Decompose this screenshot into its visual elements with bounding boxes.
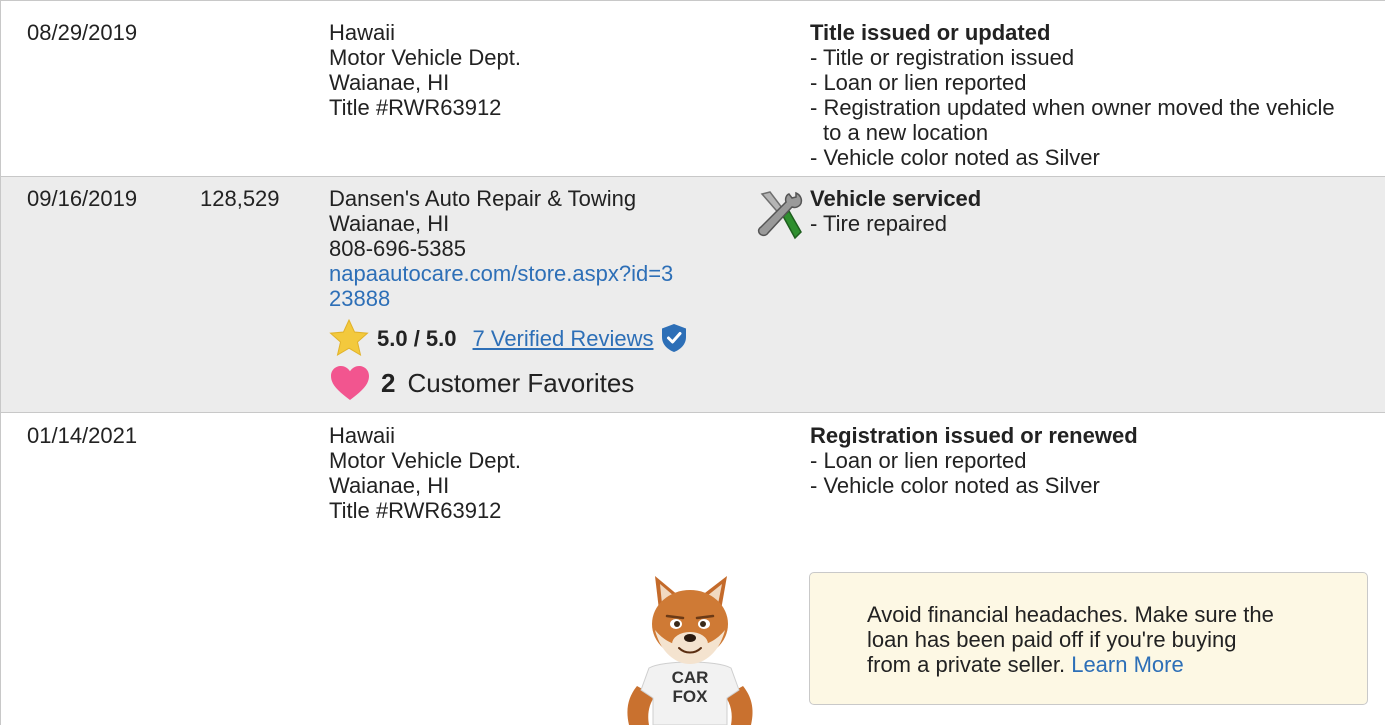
record-source: Hawaii Motor Vehicle Dept. Waianae, HI T…: [329, 423, 749, 523]
record-source: Hawaii Motor Vehicle Dept. Waianae, HI T…: [329, 20, 749, 120]
rating-score: 5.0 / 5.0: [377, 325, 457, 351]
carfox-mascot-icon: CAR FOX: [627, 576, 753, 725]
record-odometer: 128,529: [200, 186, 280, 211]
record-date: 08/29/2019: [27, 20, 138, 45]
verified-shield-icon: [661, 324, 686, 352]
table-row: 09/16/2019 128,529 Dansen's Auto Repair …: [1, 177, 1385, 413]
record-date: 09/16/2019: [27, 186, 138, 211]
table-row: 08/29/2019 Hawaii Motor Vehicle Dept. Wa…: [1, 10, 1385, 177]
record-date: 01/14/2021: [27, 423, 138, 448]
comment-line: - Vehicle color noted as Silver: [810, 473, 1100, 498]
record-comments: Title issued or updated - Title or regis…: [810, 20, 1380, 170]
record-source: Dansen's Auto Repair & Towing Waianae, H…: [329, 186, 749, 403]
source-line: Motor Vehicle Dept.: [329, 448, 521, 473]
shop-website-link-line[interactable]: napaautocare.com/store.aspx?id=3: [329, 261, 749, 286]
comment-line: - Title or registration issued: [810, 45, 1075, 70]
heart-icon: [331, 366, 369, 400]
record-comments: Registration issued or renewed - Loan or…: [810, 423, 1380, 498]
tip-line: loan has been paid off if you're buying: [867, 627, 1237, 652]
comment-line: - Vehicle color noted as Silver: [810, 145, 1100, 170]
mascot-shirt-text: CAR: [672, 668, 709, 687]
shop-website-link-line[interactable]: 23888: [329, 286, 749, 311]
star-icon: [329, 319, 369, 357]
shop-rating: 5.0 / 5.0 7 Verified Reviews: [329, 319, 749, 357]
favorites-count: 2: [381, 367, 396, 398]
comment-line: - Tire repaired: [810, 211, 947, 236]
favorites-label: Customer Favorites: [407, 367, 635, 398]
comment-title: Registration issued or renewed: [810, 423, 1138, 448]
comment-title: Vehicle serviced: [810, 186, 982, 211]
shop-website-link[interactable]: napaautocare.com/store.aspx?id=3 23888: [329, 261, 749, 311]
comment-line: - Registration updated when owner moved …: [810, 95, 1335, 120]
source-line: Title #RWR63912: [329, 498, 502, 523]
record-comments: Vehicle serviced - Tire repaired: [810, 186, 1380, 236]
source-line: 808-696-5385: [329, 236, 467, 261]
verified-reviews-link[interactable]: 7 Verified Reviews: [473, 326, 654, 351]
comment-title: Title issued or updated: [810, 20, 1051, 45]
source-line: Title #RWR63912: [329, 95, 502, 120]
learn-more-link[interactable]: Learn More: [1071, 652, 1184, 677]
tip-line: from a private seller.: [867, 652, 1066, 677]
source-line: Hawaii: [329, 423, 396, 448]
source-line: Dansen's Auto Repair & Towing: [329, 186, 637, 211]
mascot-shirt-text: FOX: [673, 687, 709, 706]
comment-line: - Loan or lien reported: [810, 70, 1027, 95]
source-line: Motor Vehicle Dept.: [329, 45, 521, 70]
source-line: Waianae, HI: [329, 211, 450, 236]
tip-line: Avoid financial headaches. Make sure the: [867, 602, 1274, 627]
comment-line: - Loan or lien reported: [810, 448, 1027, 473]
source-line: Waianae, HI: [329, 70, 450, 95]
source-line: Hawaii: [329, 20, 396, 45]
tip-line-last: from a private seller. Learn More: [867, 652, 1347, 677]
comment-line: to a new location: [823, 120, 989, 145]
loan-tip-box: Avoid financial headaches. Make sure the…: [809, 572, 1368, 705]
service-tools-icon: [756, 189, 804, 246]
source-line: Waianae, HI: [329, 473, 450, 498]
customer-favorites: 2 Customer Favorites: [329, 363, 749, 403]
